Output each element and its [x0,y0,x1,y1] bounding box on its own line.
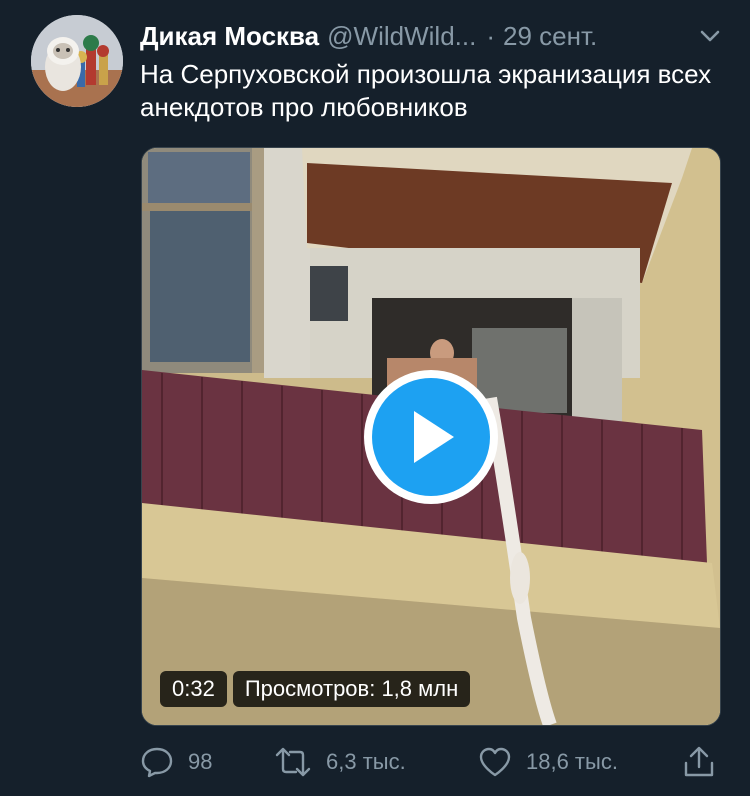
video-badges: 0:32 Просмотров: 1,8 млн [160,671,471,707]
reply-count: 98 [188,749,213,774]
reply-button[interactable]: 98 [140,742,212,782]
like-button[interactable]: 18,6 тыс. [478,742,618,782]
tweet[interactable]: Дикая Москва @WildWild... · 29 сент. На Сер… [0,0,750,796]
retweet-button[interactable]: 6,3 тыс. [274,742,406,782]
separator-dot: · [486,21,495,51]
tweet-actions: 98 6,3 тыс. 18,6 тыс. [140,742,720,782]
tweet-text: На Серпуховской произошла экранизация вс… [140,59,712,122]
play-icon [414,411,454,463]
like-count: 18,6 тыс. [526,749,618,774]
author-name[interactable]: Дикая Москва [140,21,319,51]
caret-down-icon[interactable] [696,22,724,50]
retweet-count: 6,3 тыс. [326,749,406,774]
reply-icon [141,747,173,778]
avatar[interactable] [31,15,123,107]
like-icon [479,747,511,777]
video-player[interactable]: 0:32 Просмотров: 1,8 млн [141,147,721,726]
view-count: Просмотров: 1,8 млн [232,671,471,707]
author-handle[interactable]: @WildWild... [327,21,476,51]
retweet-icon [275,747,311,777]
video-duration: 0:32 [160,671,227,707]
share-icon [684,746,714,777]
share-button[interactable] [682,742,730,782]
tweet-time[interactable]: 29 сент. [503,21,597,51]
play-button[interactable] [364,370,498,504]
tweet-header: Дикая Москва @WildWild... · 29 сент. [140,18,730,54]
